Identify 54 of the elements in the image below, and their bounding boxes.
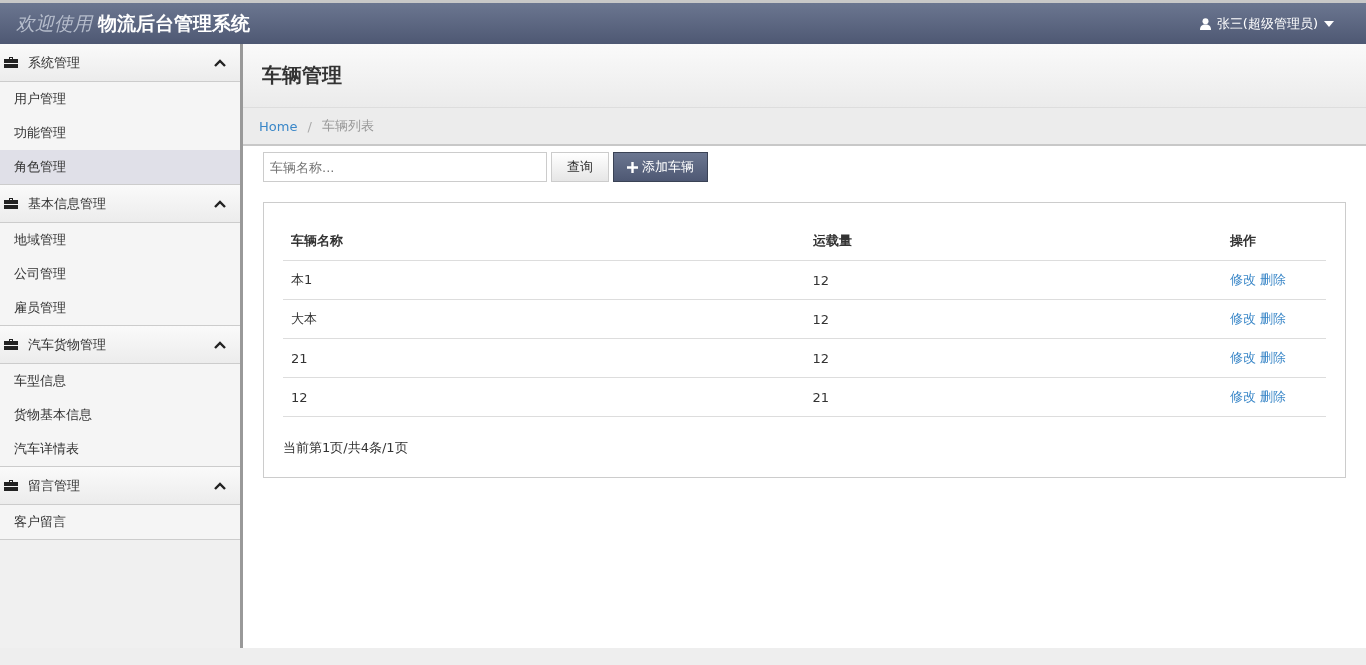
column-header: 运载量 — [804, 223, 1222, 261]
sidebar-item[interactable]: 货物基本信息 — [0, 398, 240, 432]
delete-link[interactable]: 删除 — [1259, 310, 1286, 328]
query-button[interactable]: 查询 — [551, 152, 609, 182]
sidebar-item[interactable]: 客户留言 — [0, 505, 240, 539]
chevron-up-icon — [214, 199, 226, 208]
search-field[interactable]: 车辆名称... — [263, 152, 547, 182]
plus-icon — [627, 161, 638, 173]
delete-link[interactable]: 删除 — [1259, 349, 1286, 367]
welcome-text: 欢迎使用 — [16, 10, 92, 36]
sidebar-item[interactable]: 汽车详情表 — [0, 432, 240, 466]
sidebar-section-header[interactable]: 留言管理 — [0, 467, 240, 505]
briefcase-icon — [4, 339, 18, 350]
app-title: 物流后台管理系统 — [98, 10, 250, 36]
sidebar-item[interactable]: 地域管理 — [0, 223, 240, 257]
edit-link[interactable]: 修改 — [1229, 310, 1256, 328]
chevron-up-icon — [214, 340, 226, 349]
add-vehicle-button[interactable]: 添加车辆 — [613, 152, 708, 182]
briefcase-icon — [4, 198, 18, 209]
edit-link[interactable]: 修改 — [1229, 271, 1256, 289]
table-cell: 21 — [283, 338, 805, 378]
user-menu[interactable]: 张三(超级管理员) — [1199, 14, 1334, 33]
table-cell: 21 — [804, 377, 1222, 417]
sidebar-section-header[interactable]: 系统管理 — [0, 44, 240, 82]
pagination-info: 当前第1页/共4条/1页 — [283, 439, 408, 457]
table-cell: 大本 — [283, 299, 805, 339]
column-header: 操作 — [1221, 223, 1326, 261]
chevron-up-icon — [214, 481, 226, 490]
sidebar-item[interactable]: 用户管理 — [0, 82, 240, 116]
table-cell: 12 — [283, 377, 805, 417]
breadcrumb-current: 车辆列表 — [321, 117, 374, 135]
table-cell: 12 — [804, 338, 1222, 378]
briefcase-icon — [4, 57, 18, 68]
page-title: 车辆管理 — [262, 62, 342, 89]
sidebar-item[interactable]: 角色管理 — [0, 150, 240, 184]
briefcase-icon — [4, 480, 18, 491]
delete-link[interactable]: 删除 — [1259, 388, 1286, 406]
sidebar-item[interactable]: 公司管理 — [0, 257, 240, 291]
edit-link[interactable]: 修改 — [1229, 388, 1256, 406]
column-header: 车辆名称 — [283, 223, 805, 261]
sidebar-section-header[interactable]: 基本信息管理 — [0, 185, 240, 223]
user-icon — [1199, 17, 1211, 30]
edit-link[interactable]: 修改 — [1229, 349, 1256, 367]
table-cell: 12 — [804, 260, 1222, 300]
table-cell: 本1 — [283, 260, 805, 300]
table-cell: 12 — [804, 299, 1222, 339]
sidebar-item[interactable]: 功能管理 — [0, 116, 240, 150]
sidebar-section-header[interactable]: 汽车货物管理 — [0, 326, 240, 364]
delete-link[interactable]: 删除 — [1259, 271, 1286, 289]
chevron-up-icon — [214, 58, 226, 67]
sidebar-item[interactable]: 雇员管理 — [0, 291, 240, 325]
sidebar-item[interactable]: 车型信息 — [0, 364, 240, 398]
breadcrumb-separator: / — [307, 118, 312, 134]
caret-down-icon — [1324, 20, 1334, 27]
